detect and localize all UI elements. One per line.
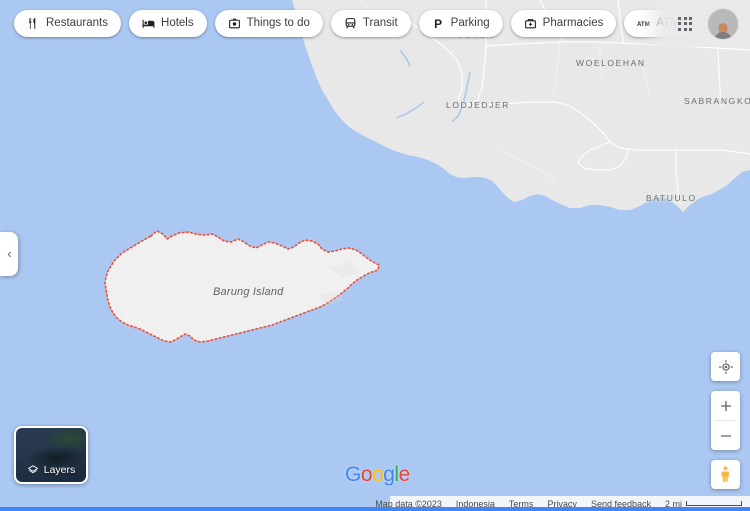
- pegman-icon: [721, 466, 730, 482]
- google-maps-app: POELEN WOELOEHAN LODJEDJER SABRANG KO BA…: [0, 0, 750, 511]
- my-location-group: [711, 352, 740, 381]
- chip-label: Restaurants: [46, 16, 109, 29]
- avatar-body: [714, 31, 732, 39]
- layers-label: Layers: [43, 464, 76, 476]
- logo-letter: G: [345, 463, 361, 486]
- chip-label: Things to do: [246, 16, 310, 29]
- layers-icon: [27, 465, 38, 474]
- pharmacy-icon: [524, 17, 537, 30]
- hotel-icon: [142, 17, 155, 30]
- layers-button[interactable]: Layers: [14, 426, 88, 484]
- chip-transit[interactable]: Transit: [330, 10, 411, 37]
- svg-text:P: P: [434, 17, 442, 30]
- chip-parking[interactable]: P Parking: [418, 10, 503, 37]
- chip-label: Pharmacies: [542, 16, 604, 29]
- chip-pharmacies[interactable]: Pharmacies: [510, 10, 617, 37]
- zoom-out-button[interactable]: [711, 421, 740, 450]
- map-controls: [711, 352, 740, 489]
- avatar[interactable]: [708, 8, 738, 39]
- transit-icon: [344, 17, 357, 30]
- my-location-button[interactable]: [711, 352, 740, 381]
- camera-icon: [228, 17, 241, 30]
- map-canvas[interactable]: [0, 0, 750, 511]
- minus-icon: [720, 434, 731, 437]
- google-logo[interactable]: Google: [345, 463, 410, 487]
- chip-label: Parking: [450, 16, 490, 29]
- apps-grid-icon[interactable]: [674, 13, 696, 35]
- parking-icon: P: [432, 17, 445, 30]
- my-location-icon: [718, 359, 733, 374]
- logo-letter: o: [372, 463, 384, 486]
- chip-label: Hotels: [161, 16, 194, 29]
- bottom-accent-strip: [0, 507, 750, 511]
- logo-letter: e: [398, 463, 411, 486]
- logo-letter: g: [383, 463, 395, 486]
- street-view-pegman-button[interactable]: [711, 460, 740, 489]
- chip-things-to-do[interactable]: Things to do: [214, 10, 323, 37]
- plus-icon: [720, 400, 731, 411]
- zoom-in-button[interactable]: [711, 391, 740, 420]
- chip-label: Transit: [362, 16, 398, 29]
- logo-letter: o: [360, 463, 373, 486]
- restaurant-icon: [27, 17, 40, 30]
- collapse-side-panel-button[interactable]: [0, 232, 18, 276]
- scale-bar: [686, 501, 742, 506]
- header-right-cluster: [640, 0, 750, 47]
- zoom-controls-group: [711, 391, 740, 450]
- chip-restaurants[interactable]: Restaurants: [14, 10, 122, 37]
- avatar-face: [718, 22, 728, 32]
- chip-hotels[interactable]: Hotels: [129, 10, 207, 37]
- chevron-left-icon: [7, 251, 11, 257]
